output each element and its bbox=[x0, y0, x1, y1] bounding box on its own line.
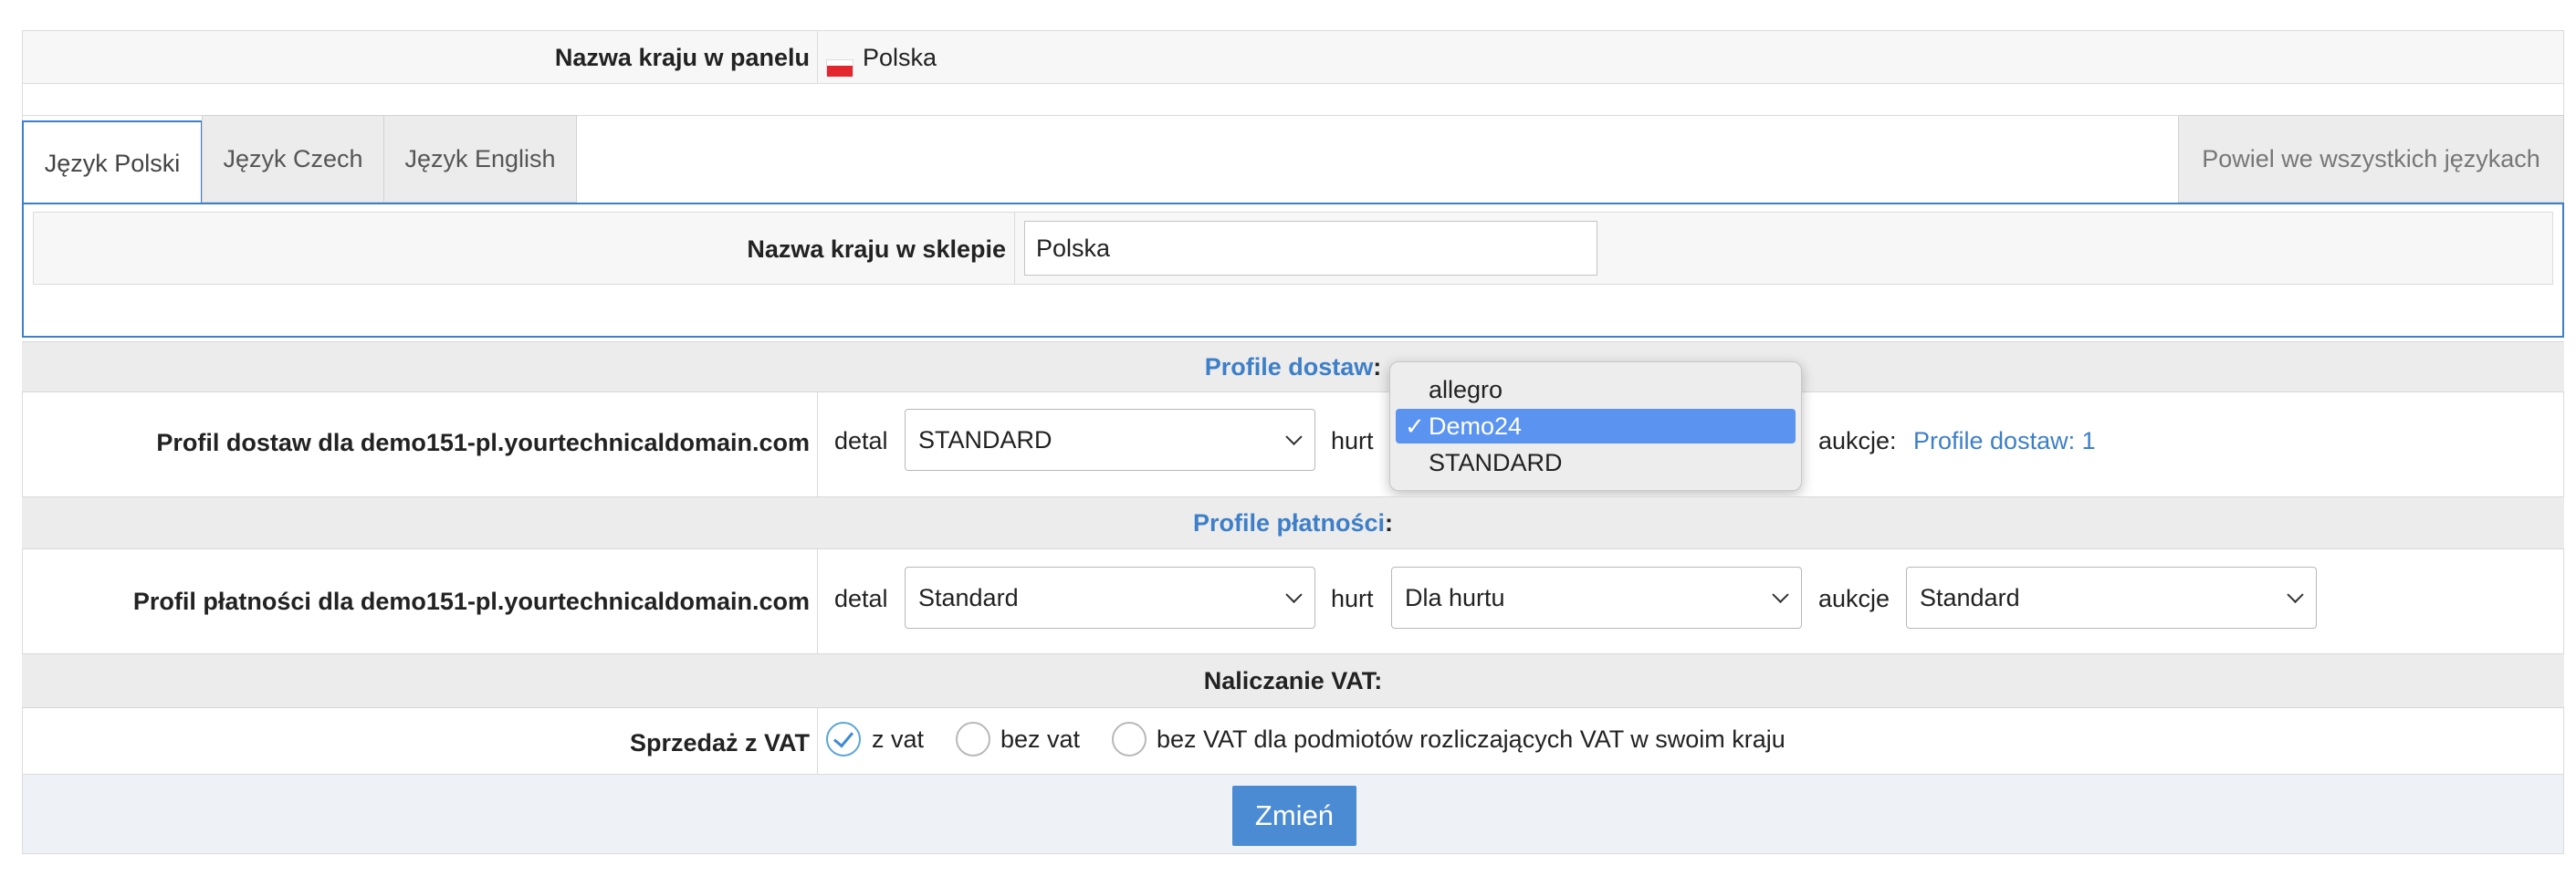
delivery-detal-value: STANDARD bbox=[918, 425, 1052, 454]
delivery-detal-select[interactable]: STANDARD bbox=[905, 409, 1315, 471]
divider bbox=[817, 30, 818, 84]
vat-option-label: z vat bbox=[872, 725, 925, 753]
country-panel-row bbox=[22, 30, 2564, 84]
check-icon bbox=[832, 726, 854, 748]
chevron-down-icon bbox=[1772, 586, 1789, 603]
tab-label: Język Czech bbox=[223, 144, 363, 172]
submit-button[interactable]: Zmień bbox=[1232, 786, 1356, 846]
shop-name-input[interactable]: Polska bbox=[1024, 221, 1597, 276]
payment-section-colon: : bbox=[1385, 508, 1394, 537]
vat-row-label: Sprzedaż z VAT bbox=[629, 729, 810, 757]
delivery-aukcje-link[interactable]: Profile dostaw: 1 bbox=[1913, 427, 2096, 455]
divider bbox=[817, 549, 818, 653]
option-label: allegro bbox=[1429, 375, 1503, 403]
dropdown-option-standard[interactable]: STANDARD bbox=[1396, 445, 1796, 480]
delivery-detal-label: detal bbox=[834, 427, 888, 454]
payment-section-title: Profile płatności bbox=[1192, 508, 1386, 537]
vat-section-header: Naliczanie VAT: bbox=[22, 653, 2564, 708]
country-panel-value: Polska bbox=[863, 44, 937, 71]
payment-section-header: Profile płatności: bbox=[22, 496, 2564, 549]
delivery-section-colon: : bbox=[1373, 352, 1382, 381]
divider bbox=[817, 392, 818, 496]
poland-flag-icon bbox=[826, 59, 853, 77]
tab-label: Język English bbox=[404, 144, 556, 172]
chevron-down-icon bbox=[1285, 428, 1303, 445]
tab-jezyk-czech[interactable]: Język Czech bbox=[202, 115, 384, 203]
payment-aukcje-label: aukcje bbox=[1818, 585, 1890, 612]
payment-hurt-value: Dla hurtu bbox=[1405, 583, 1505, 611]
top-link-fragment bbox=[18, 0, 256, 5]
tab-label: Język Polski bbox=[44, 149, 181, 177]
option-label: STANDARD bbox=[1429, 448, 1563, 476]
vat-radio-z-vat[interactable] bbox=[826, 722, 861, 757]
checkmark-icon: ✓ bbox=[1405, 412, 1425, 440]
chevron-down-icon bbox=[1285, 586, 1303, 603]
vat-radio-bez-vat-podmioty[interactable] bbox=[1112, 722, 1147, 757]
delivery-row-label: Profil dostaw dla demo151-pl.yourtechnic… bbox=[156, 429, 810, 456]
tab-jezyk-polski[interactable]: Język Polski bbox=[22, 120, 203, 204]
payment-detal-label: detal bbox=[834, 585, 888, 612]
submit-label: Zmień bbox=[1254, 799, 1335, 831]
dropdown-option-demo24[interactable]: ✓ Demo24 bbox=[1396, 409, 1796, 444]
delivery-section-header: Profile dostaw: bbox=[22, 341, 2564, 392]
vat-section-title: Naliczanie VAT: bbox=[1203, 666, 1383, 694]
country-panel-label: Nazwa kraju w panelu bbox=[554, 44, 810, 71]
delivery-hurt-label: hurt bbox=[1331, 427, 1374, 454]
delivery-section-title: Profile dostaw bbox=[1204, 352, 1374, 381]
duplicate-all-languages-button[interactable]: Powiel we wszystkich językach bbox=[2178, 115, 2564, 203]
payment-detal-select[interactable]: Standard bbox=[905, 567, 1315, 629]
vat-option-label: bez vat bbox=[1000, 725, 1081, 753]
shop-name-value: Polska bbox=[1036, 234, 1111, 262]
shop-name-label: Nazwa kraju w sklepie bbox=[747, 235, 1006, 263]
payment-row-label: Profil płatności dla demo151-pl.yourtech… bbox=[132, 588, 810, 615]
vat-option-label: bez VAT dla podmiotów rozliczających VAT… bbox=[1157, 725, 1785, 753]
spacer-row bbox=[22, 84, 2564, 115]
vat-radio-bez-vat[interactable] bbox=[956, 722, 990, 757]
duplicate-all-label: Powiel we wszystkich językach bbox=[2202, 144, 2540, 172]
option-label: Demo24 bbox=[1429, 412, 1523, 440]
payment-detal-value: Standard bbox=[918, 583, 1019, 611]
payment-aukcje-value: Standard bbox=[1920, 583, 2020, 611]
delivery-aukcje-label: aukcje: bbox=[1818, 427, 1897, 454]
divider bbox=[1014, 212, 1015, 285]
delivery-hurt-dropdown[interactable]: allegro ✓ Demo24 STANDARD bbox=[1389, 361, 1802, 491]
tab-jezyk-english[interactable]: Język English bbox=[383, 115, 577, 203]
payment-hurt-label: hurt bbox=[1331, 585, 1374, 612]
divider bbox=[817, 708, 818, 774]
dropdown-option-allegro[interactable]: allegro bbox=[1396, 372, 1796, 407]
payment-aukcje-select[interactable]: Standard bbox=[1906, 567, 2317, 629]
chevron-down-icon bbox=[2287, 586, 2304, 603]
payment-hurt-select[interactable]: Dla hurtu bbox=[1391, 567, 1802, 629]
